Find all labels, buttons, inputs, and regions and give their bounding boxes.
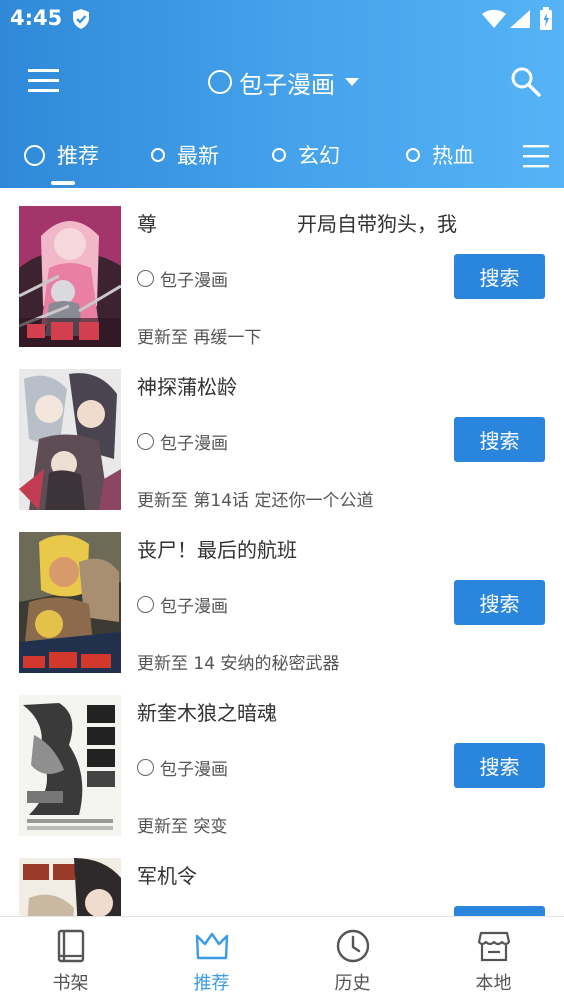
list-item[interactable]: 军机令 [0,840,564,916]
source-selector[interactable]: 包子漫画 [208,64,359,100]
store-icon [476,928,512,964]
circle-icon [406,148,420,162]
circle-icon [137,595,154,613]
source-label: 包子漫画 [160,596,228,617]
book-update: 更新至 14 安纳的秘密武器 [137,654,340,674]
search-button[interactable]: 搜索 [454,417,545,462]
book-source: 包子漫画 [137,755,228,780]
source-label: 包子漫画 [160,270,228,291]
circle-icon [137,269,154,287]
status-time: 4:45 [10,6,63,30]
tab-recommend[interactable]: 推荐 [24,138,99,172]
tab-label: 推荐 [57,144,99,168]
book-update: 更新至 再缓一下 [137,328,262,348]
book-title: 新奎木狼之暗魂 [137,701,277,725]
tab-fantasy[interactable]: 玄幻 [272,138,340,172]
crown-icon [194,928,230,964]
search-button[interactable] [454,906,545,916]
search-icon[interactable] [510,66,542,98]
tab-hot-blood[interactable]: 热血 [406,138,474,172]
nav-label: 历史 [334,973,371,994]
nav-label: 本地 [475,973,512,994]
list-item[interactable]: 丧尸！最后的航班 包子漫画 更新至 14 安纳的秘密武器 搜索 [0,514,564,677]
book-cover[interactable] [19,206,121,347]
clock-icon [335,928,371,964]
tab-latest[interactable]: 最新 [151,138,219,172]
source-label: 包子漫画 [160,433,228,454]
circle-icon [272,148,286,162]
circle-icon [137,758,154,776]
book-source: 包子漫画 [137,429,228,454]
book-source: 包子漫画 [137,592,228,617]
list-item[interactable]: 神探蒲松龄 包子漫画 更新至 第14话 定还你一个公道 搜索 [0,351,564,514]
wifi-icon [481,9,507,33]
search-button[interactable]: 搜索 [454,254,545,299]
list-menu-icon[interactable] [522,142,550,170]
hamburger-menu-icon[interactable] [28,68,60,94]
book-cover[interactable] [19,532,121,673]
book-update: 更新至 突变 [137,817,228,837]
tab-active-indicator [51,181,75,185]
tab-label: 玄幻 [298,144,340,168]
source-label: 包子漫画 [160,759,228,780]
circle-icon [208,70,232,94]
book-title: 丧尸！最后的航班 [137,538,297,562]
status-bar: 4:45 [0,0,564,38]
circle-icon [137,432,154,450]
book-cover[interactable] [19,695,121,836]
nav-local[interactable]: 本地 [423,917,564,1002]
page-title: 包子漫画 [239,70,335,99]
caret-down-icon [345,78,359,86]
tab-label: 热血 [432,144,474,168]
nav-recommend[interactable]: 推荐 [141,917,282,1002]
list-item[interactable]: 尊 开局自带狗头，我 包子漫画 更新至 再缓一下 搜索 [0,188,564,351]
top-app-bar: 4:45 包子漫画 推荐 最新 玄幻 热血 [0,0,564,188]
nav-bookshelf[interactable]: 书架 [0,917,141,1002]
book-title: 尊 开局自带狗头，我 [137,212,457,236]
search-button[interactable]: 搜索 [454,580,545,625]
bottom-navigation: 书架 推荐 历史 本地 [0,916,564,1002]
book-source: 包子漫画 [137,266,228,291]
app-root: 4:45 包子漫画 推荐 最新 玄幻 热血 尊 开局自带狗头，我 包子漫画 更新… [0,0,564,1002]
book-title: 神探蒲松龄 [137,375,237,399]
book-title: 军机令 [137,864,197,888]
search-button[interactable]: 搜索 [454,743,545,788]
book-cover[interactable] [19,858,121,916]
shield-check-icon [71,8,91,34]
nav-history[interactable]: 历史 [282,917,423,1002]
book-cover[interactable] [19,369,121,510]
circle-icon [24,144,45,166]
nav-label: 书架 [52,973,89,994]
battery-icon [539,7,553,35]
book-list: 尊 开局自带狗头，我 包子漫画 更新至 再缓一下 搜索 神探蒲松龄 包子漫画 更… [0,188,564,916]
book-icon [53,928,89,964]
book-update: 更新至 第14话 定还你一个公道 [137,491,374,511]
nav-label: 推荐 [193,973,230,994]
tab-label: 最新 [177,144,219,168]
signal-icon [509,9,531,33]
list-item[interactable]: 新奎木狼之暗魂 包子漫画 更新至 突变 搜索 [0,677,564,840]
circle-icon [151,148,165,162]
